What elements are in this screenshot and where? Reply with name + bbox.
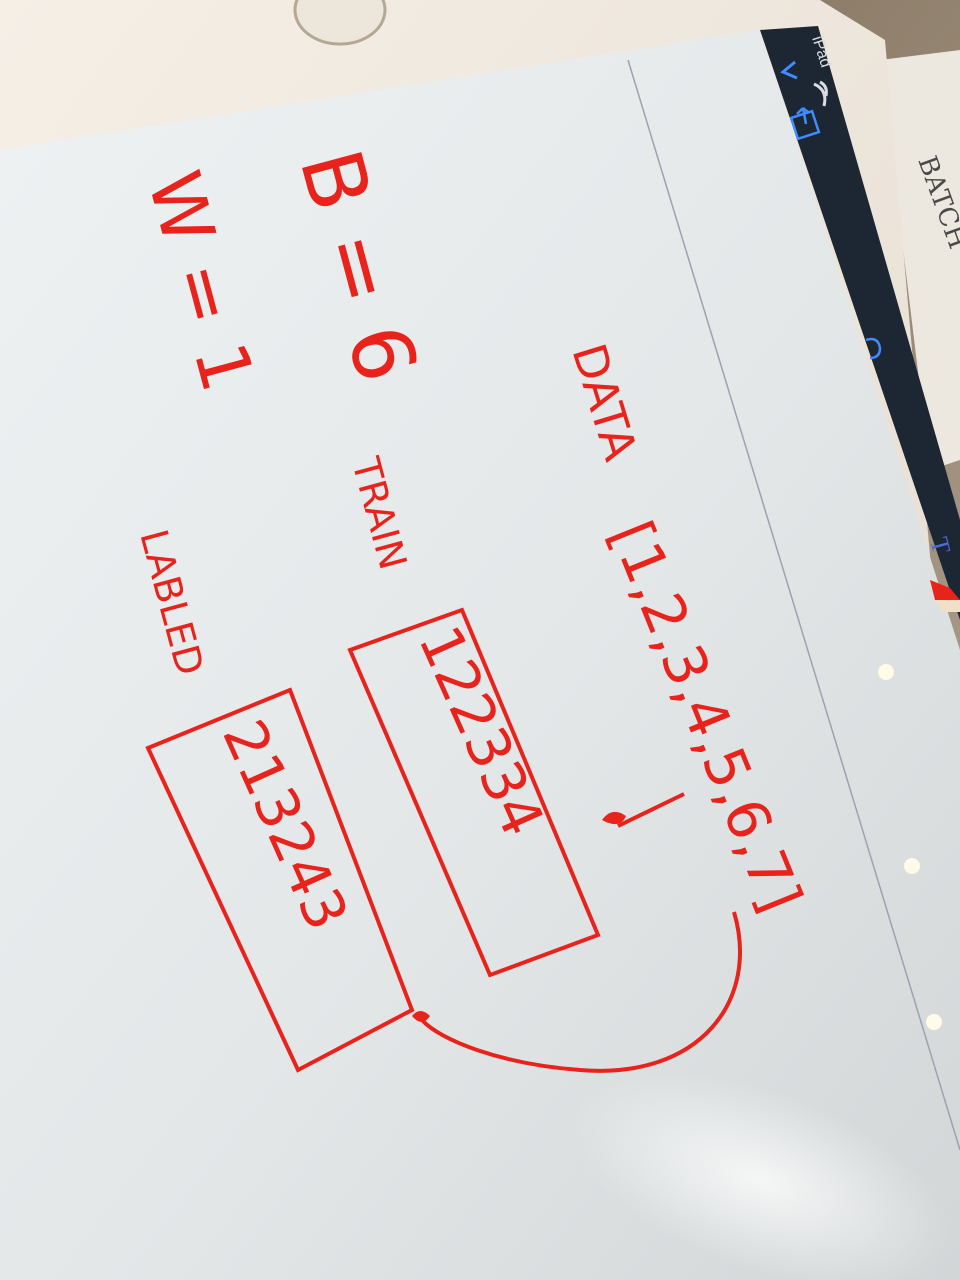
- light-reflection: [926, 1014, 942, 1030]
- light-reflection: [904, 858, 920, 874]
- light-reflection: [878, 664, 894, 680]
- photo-scene: BATCH iPad T B = 6 W = 1 DATA [1,2,3,4,5…: [0, 0, 960, 1280]
